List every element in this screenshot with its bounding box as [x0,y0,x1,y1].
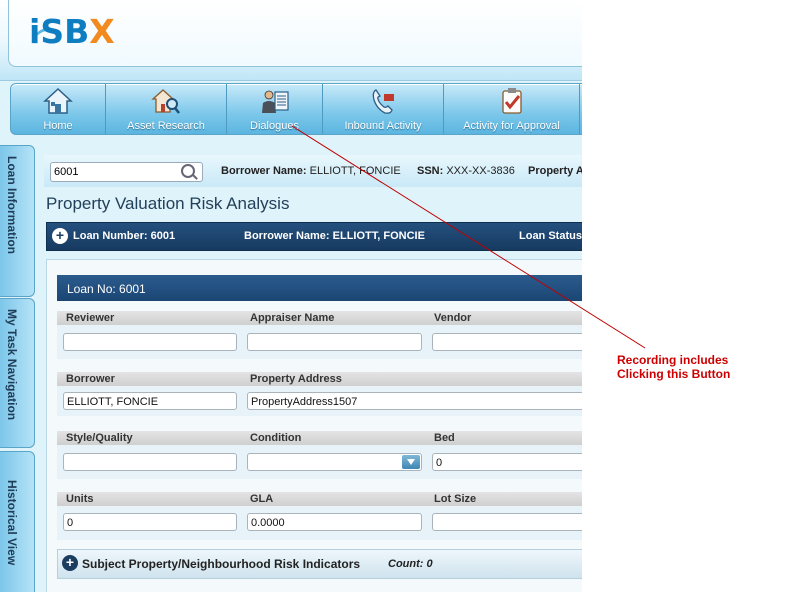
annotation-line-1: Recording includes [617,353,729,367]
annotation-line-2: Clicking this Button [617,367,731,381]
annotation-note: Recording includes Clicking this Button [617,353,730,381]
annotation-pointer-line [291,125,646,349]
